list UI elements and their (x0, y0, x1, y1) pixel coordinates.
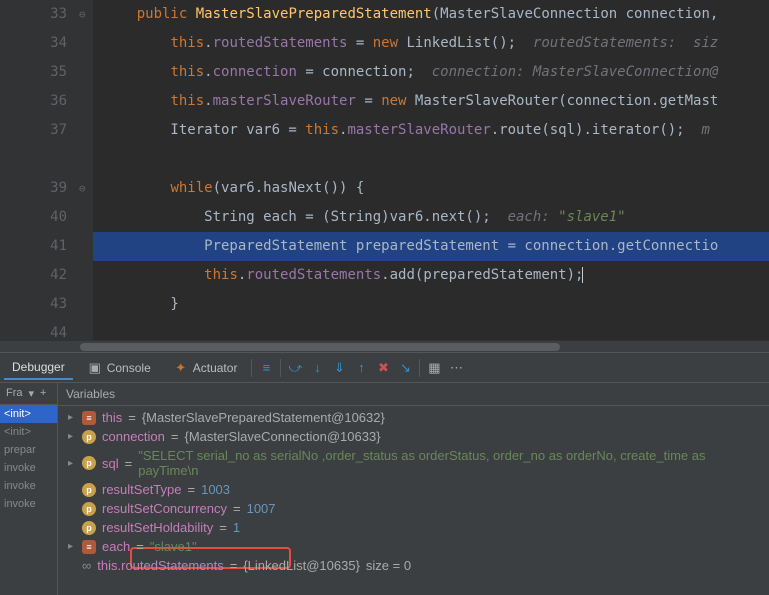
variable-row[interactable]: ▸≡this = {MasterSlavePreparedStatement@1… (58, 408, 769, 427)
fold-column: ⊖ ⊖ (75, 0, 93, 340)
run-to-cursor-icon[interactable]: ↘ (397, 360, 413, 376)
variable-row[interactable]: ∞this.routedStatements = {LinkedList@106… (58, 556, 769, 575)
horizontal-scrollbar[interactable] (0, 340, 769, 352)
frames-label: Fra (6, 387, 23, 400)
add-frame-icon[interactable]: + (40, 387, 46, 400)
tab-actuator[interactable]: ✦ Actuator (165, 356, 246, 380)
variable-row[interactable]: presultSetHoldability = 1 (58, 518, 769, 537)
console-icon: ▣ (87, 360, 103, 376)
variables-column: Variables ▸≡this = {MasterSlavePreparedS… (58, 383, 769, 595)
stack-frame[interactable]: invoke (0, 495, 57, 513)
step-over-icon[interactable]: ⤻ (287, 360, 303, 376)
stack-frame[interactable]: prepar (0, 441, 57, 459)
code-editor[interactable]: 33@34353637394041◉424344 ⊖ ⊖ public Mast… (0, 0, 769, 340)
debug-panel: Debugger ▣ Console ✦ Actuator ≡ ⤻ ↓ ⇓ ↑ … (0, 352, 769, 595)
force-step-into-icon[interactable]: ⇓ (331, 360, 347, 376)
scrollbar-thumb[interactable] (80, 343, 560, 351)
more-icon[interactable]: ⋯ (448, 360, 464, 376)
tab-debugger[interactable]: Debugger (4, 356, 73, 380)
variable-row[interactable]: ▸pconnection = {MasterSlaveConnection@10… (58, 427, 769, 446)
line-gutter: 33@34353637394041◉424344 (0, 0, 75, 340)
step-out-icon[interactable]: ↑ (353, 360, 369, 376)
drop-frame-icon[interactable]: ✖ (375, 360, 391, 376)
tab-actuator-label: Actuator (193, 361, 238, 375)
frames-dropdown-icon[interactable]: ▾ (29, 387, 35, 400)
stack-frame[interactable]: <init> (0, 423, 57, 441)
variable-row[interactable]: ▸psql = "SELECT serial_no as serialNo ,o… (58, 446, 769, 480)
step-into-icon[interactable]: ↓ (309, 360, 325, 376)
tab-console-label: Console (107, 361, 151, 375)
show-execution-icon[interactable]: ≡ (258, 360, 274, 376)
debug-toolbar: Debugger ▣ Console ✦ Actuator ≡ ⤻ ↓ ⇓ ↑ … (0, 353, 769, 383)
code-area[interactable]: public MasterSlavePreparedStatement(Mast… (93, 0, 769, 340)
stack-frame[interactable]: invoke (0, 477, 57, 495)
variables-label: Variables (66, 387, 115, 401)
variables-list[interactable]: ▸≡this = {MasterSlavePreparedStatement@1… (58, 406, 769, 595)
variable-row[interactable]: presultSetConcurrency = 1007 (58, 499, 769, 518)
tab-console[interactable]: ▣ Console (79, 356, 159, 380)
variable-row[interactable]: presultSetType = 1003 (58, 480, 769, 499)
stack-frame[interactable]: <init> (0, 405, 57, 423)
variable-row[interactable]: ▸≡each = "slave1" (58, 537, 769, 556)
stack-frame[interactable]: invoke (0, 459, 57, 477)
evaluate-icon[interactable]: ▦ (426, 360, 442, 376)
frames-column: Fra ▾ + <init><init>preparinvokeinvokein… (0, 383, 58, 595)
call-stack[interactable]: <init><init>preparinvokeinvokeinvoke (0, 405, 57, 595)
actuator-icon: ✦ (173, 360, 189, 376)
